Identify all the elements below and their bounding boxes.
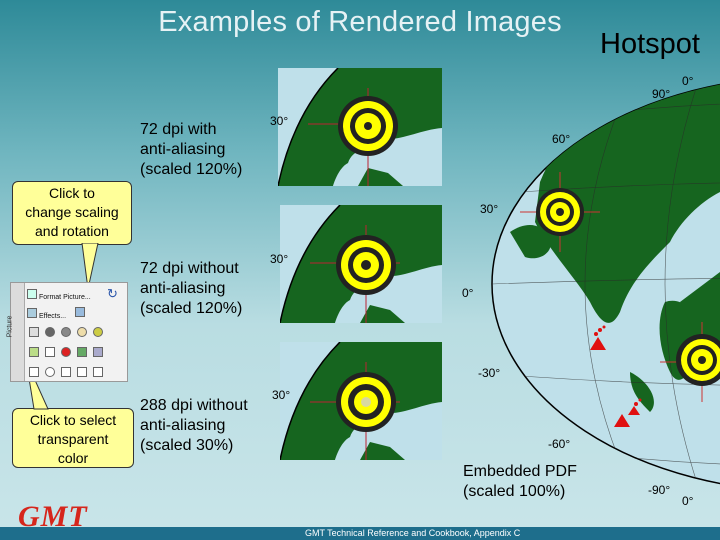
embedded-map-svg	[491, 76, 720, 492]
polygon-tool-icon[interactable]	[61, 367, 71, 377]
reset-icon[interactable]	[93, 347, 103, 357]
example-2-label: 72 dpi without anti-aliasing (scaled 120%)	[140, 260, 243, 317]
thumb-2-tick: 30°	[270, 252, 289, 266]
map-tick-30: 30°	[480, 202, 499, 216]
map-tick-0-top: 0°	[682, 74, 694, 88]
callout-transparent: Click to select transparent color	[12, 408, 134, 468]
map-thumb-2-svg	[280, 205, 442, 323]
map-tick-90-top: 90°	[652, 87, 671, 101]
arrow-tool-icon[interactable]	[93, 367, 103, 377]
map-thumb-3	[280, 342, 442, 460]
transparent-color-icon[interactable]	[29, 347, 39, 357]
recolor-icon[interactable]	[77, 327, 87, 337]
rectangle-tool-icon[interactable]	[29, 367, 39, 377]
map-tick-0: 0°	[462, 286, 474, 300]
map-thumb-1	[278, 68, 442, 186]
effects-button[interactable]: Effects...	[39, 313, 66, 320]
embedded-pdf-label: Embedded PDF (scaled 100%)	[463, 463, 577, 500]
example-1-label: 72 dpi with anti-aliasing (scaled 120%)	[140, 121, 243, 178]
footer-text: GMT Technical Reference and Cookbook, Ap…	[305, 528, 521, 538]
picture-toolbar: Picture Format Picture... ↻ Effects...	[6, 282, 128, 382]
red-dot-icon[interactable]	[61, 347, 71, 357]
map-tick-minus-60: -60°	[548, 437, 571, 451]
map-thumb-2	[280, 205, 442, 323]
thumb-1-tick: 30°	[270, 114, 289, 128]
shadow-icon[interactable]	[75, 307, 85, 317]
map-thumb-1-svg	[278, 68, 442, 186]
picture-style-icon[interactable]	[45, 347, 55, 357]
example-3-label: 288 dpi without anti-aliasing (scaled 30%)	[140, 397, 248, 454]
map-thumb-3-svg	[280, 342, 442, 460]
map-tick-minus-90: -90°	[648, 483, 671, 497]
callout-scaling: Click to change scaling and rotation	[12, 181, 132, 245]
freeform-tool-icon[interactable]	[77, 367, 87, 377]
crop-icon[interactable]	[29, 327, 39, 337]
effects-icon	[27, 308, 37, 318]
embedded-map	[480, 72, 720, 496]
brightness-icon[interactable]	[45, 327, 55, 337]
oval-tool-icon[interactable]	[45, 367, 55, 377]
thumb-3-tick: 30°	[272, 388, 291, 402]
rotate-icon[interactable]: ↻	[107, 286, 118, 302]
color-icon[interactable]	[93, 327, 103, 337]
contrast-icon[interactable]	[61, 327, 71, 337]
map-tick-minus-30: -30°	[478, 366, 501, 380]
hotspot-label: Hotspot	[600, 28, 700, 60]
footer-bar: GMT Technical Reference and Cookbook, Ap…	[0, 527, 720, 540]
map-tick-0-bottom: 0°	[682, 494, 694, 508]
format-picture-icon	[27, 289, 37, 299]
fill-icon[interactable]	[77, 347, 87, 357]
format-picture-button[interactable]: Format Picture...	[39, 294, 91, 301]
map-tick-60: 60°	[552, 132, 571, 146]
picture-toolbar-title: Picture	[6, 315, 14, 338]
